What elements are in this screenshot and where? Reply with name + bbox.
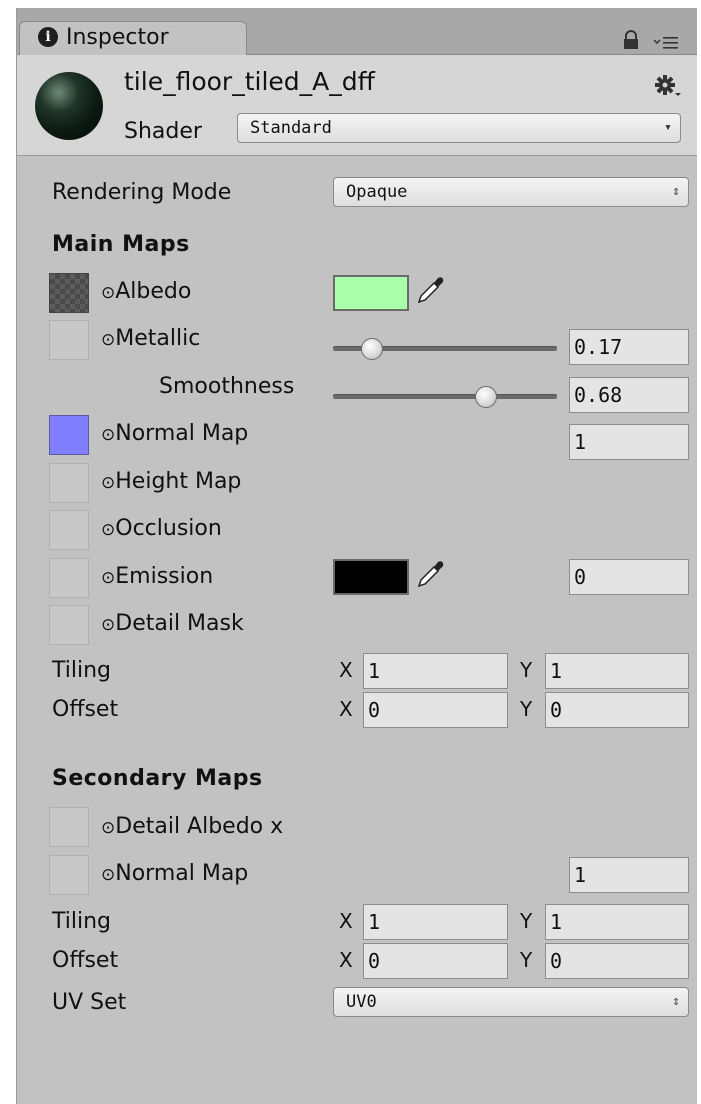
- object-picker-icon[interactable]: ⊙: [101, 330, 115, 350]
- emission-label: Emission: [115, 564, 214, 589]
- rendering-mode-value: Opaque: [346, 182, 408, 202]
- secondary-tiling-y-field[interactable]: 1: [545, 904, 689, 940]
- normal-map-scale-field[interactable]: 1: [569, 424, 689, 460]
- secondary-normal-map-scale-field[interactable]: 1: [569, 857, 689, 893]
- normal-map-label: Normal Map: [115, 421, 249, 446]
- inspector-panel: i Inspector tile_floor_tiled_A_dff Shade…: [16, 8, 697, 1104]
- main-offset-y-field[interactable]: 0: [545, 692, 689, 728]
- material-preview-sphere: [35, 72, 103, 140]
- object-picker-icon[interactable]: ⊙: [101, 615, 115, 635]
- smoothness-value-field[interactable]: 0.68: [569, 377, 689, 413]
- albedo-label: Albedo: [115, 279, 192, 304]
- detail-mask-texture-slot[interactable]: [49, 605, 89, 645]
- main-maps-heading: Main Maps: [52, 232, 190, 257]
- eyedropper-icon[interactable]: [415, 273, 445, 305]
- detail-mask-label: Detail Mask: [115, 611, 244, 636]
- metallic-label: Metallic: [115, 326, 201, 351]
- albedo-texture-slot[interactable]: [49, 273, 89, 313]
- secondary-normal-map-label: Normal Map: [115, 861, 249, 886]
- albedo-row-label: ⊙Albedo: [101, 279, 191, 304]
- lock-icon[interactable]: [621, 30, 641, 50]
- rendering-mode-label: Rendering Mode: [52, 180, 232, 205]
- object-picker-icon[interactable]: ⊙: [101, 520, 115, 540]
- main-offset-x-field[interactable]: 0: [363, 692, 508, 728]
- tab-inspector[interactable]: i Inspector: [19, 21, 247, 56]
- detail-albedo-texture-slot[interactable]: [49, 807, 89, 847]
- detail-albedo-label: Detail Albedo x: [115, 814, 284, 839]
- object-picker-icon[interactable]: ⊙: [101, 818, 115, 838]
- tab-strip: i Inspector: [17, 8, 697, 56]
- secondary-tiling-x-label: X: [339, 909, 353, 933]
- eyedropper-icon[interactable]: [415, 557, 445, 589]
- main-tiling-label: Tiling: [52, 658, 112, 683]
- tab-menu-icon[interactable]: [653, 34, 679, 50]
- occlusion-texture-slot[interactable]: [49, 510, 89, 550]
- detail-albedo-row-label: ⊙Detail Albedo x: [101, 814, 283, 839]
- metallic-row-label: ⊙Metallic: [101, 326, 200, 351]
- occlusion-row-label: ⊙Occlusion: [101, 516, 222, 541]
- object-picker-icon[interactable]: ⊙: [101, 568, 115, 588]
- secondary-maps-heading: Secondary Maps: [52, 766, 263, 791]
- emission-intensity-field[interactable]: 0: [569, 559, 689, 595]
- material-header: tile_floor_tiled_A_dff Shader Standard ▾: [17, 55, 697, 156]
- emission-texture-slot[interactable]: [49, 558, 89, 598]
- updown-arrow-icon: ⇕: [672, 184, 680, 199]
- uv-set-value: UV0: [346, 992, 377, 1012]
- height-map-row-label: ⊙Height Map: [101, 469, 241, 494]
- object-picker-icon[interactable]: ⊙: [101, 425, 115, 445]
- metallic-slider-knob[interactable]: [361, 338, 384, 360]
- object-picker-icon[interactable]: ⊙: [101, 283, 115, 303]
- updown-arrow-icon: ⇕: [672, 994, 680, 1009]
- main-tiling-y-label: Y: [520, 658, 533, 682]
- dropdown-arrow-icon: ▾: [664, 120, 672, 135]
- uv-set-dropdown[interactable]: UV0 ⇕: [333, 987, 689, 1017]
- main-offset-x-label: X: [339, 697, 353, 721]
- smoothness-slider-track[interactable]: [333, 394, 557, 399]
- rendering-mode-dropdown[interactable]: Opaque ⇕: [333, 177, 689, 207]
- secondary-offset-x-field[interactable]: 0: [363, 943, 508, 979]
- gear-icon[interactable]: [653, 73, 683, 99]
- uv-set-label: UV Set: [52, 990, 127, 1015]
- main-tiling-x-field[interactable]: 1: [363, 653, 508, 689]
- normal-map-texture-slot[interactable]: [49, 415, 89, 455]
- normal-map-row-label: ⊙Normal Map: [101, 421, 248, 446]
- material-name: tile_floor_tiled_A_dff: [124, 67, 375, 96]
- shader-dropdown[interactable]: Standard ▾: [237, 113, 681, 143]
- secondary-tiling-label: Tiling: [52, 909, 112, 934]
- shader-value: Standard: [250, 118, 332, 138]
- secondary-normal-map-row-label: ⊙Normal Map: [101, 861, 248, 886]
- height-map-texture-slot[interactable]: [49, 463, 89, 503]
- shader-label: Shader: [124, 119, 202, 144]
- object-picker-icon[interactable]: ⊙: [101, 473, 115, 493]
- secondary-offset-x-label: X: [339, 948, 353, 972]
- metallic-texture-slot[interactable]: [49, 320, 89, 360]
- tab-label: Inspector: [66, 25, 169, 50]
- main-tiling-x-label: X: [339, 658, 353, 682]
- occlusion-label: Occlusion: [115, 516, 222, 541]
- emission-row-label: ⊙Emission: [101, 564, 213, 589]
- smoothness-slider-knob[interactable]: [475, 386, 498, 408]
- main-offset-y-label: Y: [520, 697, 533, 721]
- metallic-value-field[interactable]: 0.17: [569, 329, 689, 365]
- main-tiling-y-field[interactable]: 1: [545, 653, 689, 689]
- secondary-tiling-x-field[interactable]: 1: [363, 904, 508, 940]
- secondary-normal-map-texture-slot[interactable]: [49, 855, 89, 895]
- albedo-color-swatch[interactable]: [333, 275, 409, 311]
- object-picker-icon[interactable]: ⊙: [101, 865, 115, 885]
- height-map-label: Height Map: [115, 469, 242, 494]
- info-icon: i: [38, 27, 58, 47]
- detail-mask-row-label: ⊙Detail Mask: [101, 611, 244, 636]
- secondary-offset-y-field[interactable]: 0: [545, 943, 689, 979]
- secondary-tiling-y-label: Y: [520, 909, 533, 933]
- smoothness-label: Smoothness: [159, 374, 295, 399]
- secondary-offset-label: Offset: [52, 948, 119, 973]
- main-offset-label: Offset: [52, 697, 119, 722]
- emission-color-swatch[interactable]: [333, 559, 409, 595]
- secondary-offset-y-label: Y: [520, 948, 533, 972]
